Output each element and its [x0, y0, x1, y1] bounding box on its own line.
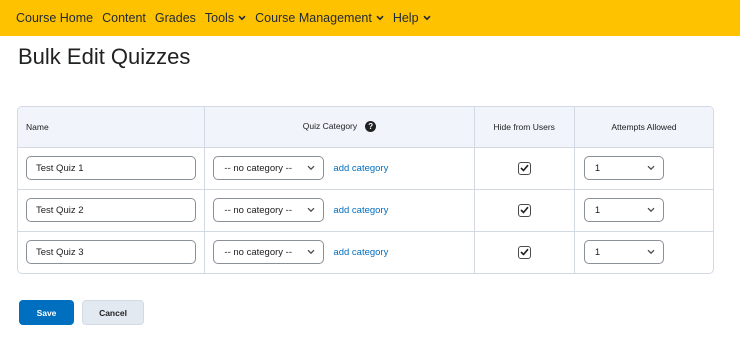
nav-label: Tools [204, 11, 235, 25]
attempts-select[interactable]: 1 [583, 198, 664, 222]
chevron-down-icon [307, 247, 315, 258]
hide-from-users-checkbox[interactable] [517, 161, 531, 175]
nav-help-menu[interactable]: Help [393, 11, 431, 25]
quiz-name-input[interactable] [26, 198, 196, 222]
checkmark-icon [520, 248, 529, 256]
hide-from-users-checkbox[interactable] [517, 245, 531, 259]
hide-cell [474, 189, 575, 232]
name-cell [18, 147, 206, 190]
category-cell: -- no category -- add category [204, 147, 475, 190]
nav-course-management-menu[interactable]: Course Management [255, 11, 384, 25]
category-select[interactable]: -- no category -- [213, 156, 325, 180]
column-header-attempts: Attempts Allowed [574, 107, 713, 148]
header-label: Attempts Allowed [611, 121, 677, 132]
add-category-link[interactable]: add category [333, 163, 388, 174]
nav-label: Help [392, 11, 419, 25]
nav-label: Grades [154, 11, 196, 25]
chevron-down-icon [647, 247, 655, 258]
category-cell: -- no category -- add category [204, 231, 475, 273]
select-value: 1 [594, 162, 601, 174]
header-label: Name [26, 121, 49, 132]
page-title: Bulk Edit Quizzes [18, 44, 191, 69]
nav-label: Content [102, 11, 146, 25]
nav-label: Course Management [255, 11, 372, 25]
chevron-down-icon [238, 15, 246, 21]
hide-from-users-checkbox[interactable] [517, 203, 531, 217]
table-row: -- no category -- add category 1 [18, 231, 713, 273]
column-header-category: Quiz Category? [204, 107, 475, 148]
category-select[interactable]: -- no category -- [213, 198, 325, 222]
nav-tools-menu[interactable]: Tools [205, 11, 246, 25]
chevron-down-icon [376, 15, 384, 21]
attempts-select[interactable]: 1 [583, 156, 664, 180]
select-value: 1 [594, 246, 601, 258]
table-row: -- no category -- add category 1 [18, 189, 713, 232]
quizzes-table: Name Quiz Category? Hide from Users Atte… [17, 106, 714, 274]
category-select[interactable]: -- no category -- [213, 240, 325, 265]
attempts-select[interactable]: 1 [583, 240, 664, 265]
nav-course-home[interactable]: Course Home [16, 11, 93, 25]
select-value: -- no category -- [224, 162, 292, 174]
chevron-down-icon [647, 163, 655, 174]
quiz-name-input[interactable] [26, 156, 196, 180]
header-label: Hide from Users [493, 121, 555, 132]
column-header-hide: Hide from Users [474, 107, 575, 148]
chevron-down-icon [307, 163, 315, 174]
checkmark-icon [520, 206, 529, 214]
course-navbar: Course Home Content Grades Tools Course … [0, 0, 740, 36]
table-header-row: Name Quiz Category? Hide from Users Atte… [18, 107, 713, 148]
name-cell [18, 231, 206, 273]
nav-grades[interactable]: Grades [155, 11, 196, 25]
chevron-down-icon [307, 205, 315, 216]
hide-cell [474, 231, 575, 273]
checkmark-icon [520, 164, 529, 172]
attempts-cell: 1 [574, 231, 713, 273]
add-category-link[interactable]: add category [333, 247, 388, 258]
table-row: -- no category -- add category 1 [18, 147, 713, 190]
help-icon[interactable]: ? [365, 121, 377, 133]
select-value: -- no category -- [224, 246, 292, 258]
select-value: -- no category -- [224, 204, 292, 216]
attempts-cell: 1 [574, 189, 713, 232]
category-cell: -- no category -- add category [204, 189, 475, 232]
save-button[interactable]: Save [19, 300, 74, 325]
cancel-button[interactable]: Cancel [82, 300, 144, 325]
header-label: Quiz Category [302, 121, 358, 132]
attempts-cell: 1 [574, 147, 713, 190]
column-header-name: Name [18, 107, 206, 148]
chevron-down-icon [647, 205, 655, 216]
add-category-link[interactable]: add category [333, 205, 388, 216]
name-cell [18, 189, 206, 232]
quiz-name-input[interactable] [26, 240, 196, 265]
chevron-down-icon [422, 15, 431, 21]
hide-cell [474, 147, 575, 190]
nav-content[interactable]: Content [102, 11, 146, 25]
nav-label: Course Home [16, 11, 94, 25]
select-value: 1 [594, 204, 601, 216]
